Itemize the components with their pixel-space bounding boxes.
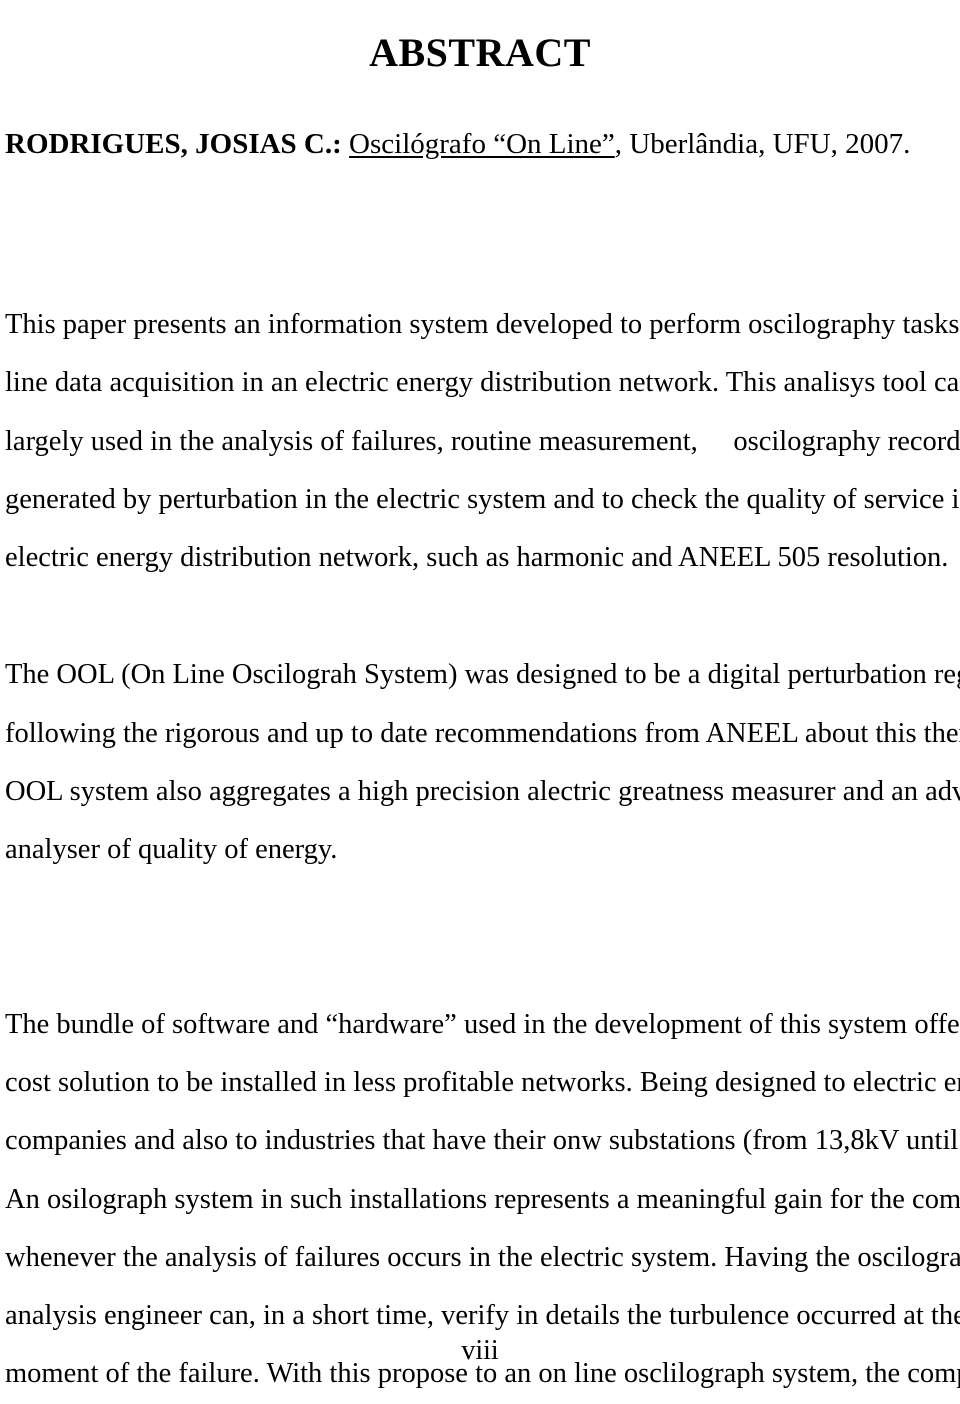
text-line: largely used in the analysis of failures… xyxy=(5,425,960,457)
citation-publication-info: , Uberlândia, UFU, 2007. xyxy=(614,128,911,160)
text-line: The OOL (On Line Oscilograh System) was … xyxy=(5,659,960,691)
text-line: companies and also to industries that ha… xyxy=(5,1125,960,1157)
paragraph-1: This paper presents an information syste… xyxy=(5,296,960,587)
abstract-body: This paper presents an information syste… xyxy=(5,296,960,1404)
citation-work-title: Oscilógrafo “On Line” xyxy=(349,128,615,160)
text-line: analyser of quality of energy. xyxy=(5,834,338,866)
page-number: viii xyxy=(461,1335,499,1366)
text-line: An osilograph system in such installatio… xyxy=(5,1183,960,1215)
text-line: line data acquisition in an electric ene… xyxy=(5,367,960,399)
text-line: generated by perturbation in the electri… xyxy=(5,483,960,515)
text-line: The bundle of software and “hardware” us… xyxy=(5,1008,960,1040)
citation-line: RODRIGUES, JOSIAS C.: Oscilógrafo “On Li… xyxy=(5,126,955,164)
paragraph-2: The OOL (On Line Oscilograh System) was … xyxy=(5,646,960,879)
text-line: cost solution to be installed in less pr… xyxy=(5,1066,960,1098)
citation-author: RODRIGUES, JOSIAS C.: xyxy=(5,128,342,160)
page-title: ABSTRACT xyxy=(369,29,591,75)
text-line: OOL system also aggregates a high precis… xyxy=(5,776,960,808)
text-line: whenever the analysis of failures occurs… xyxy=(5,1241,960,1273)
text-line: This paper presents an information syste… xyxy=(5,309,960,340)
text-line: electric energy distribution network, su… xyxy=(5,542,949,574)
abstract-page: ABSTRACT RODRIGUES, JOSIAS C.: Oscilógra… xyxy=(0,0,960,1389)
text-line: following the rigorous and up to date re… xyxy=(5,717,960,749)
